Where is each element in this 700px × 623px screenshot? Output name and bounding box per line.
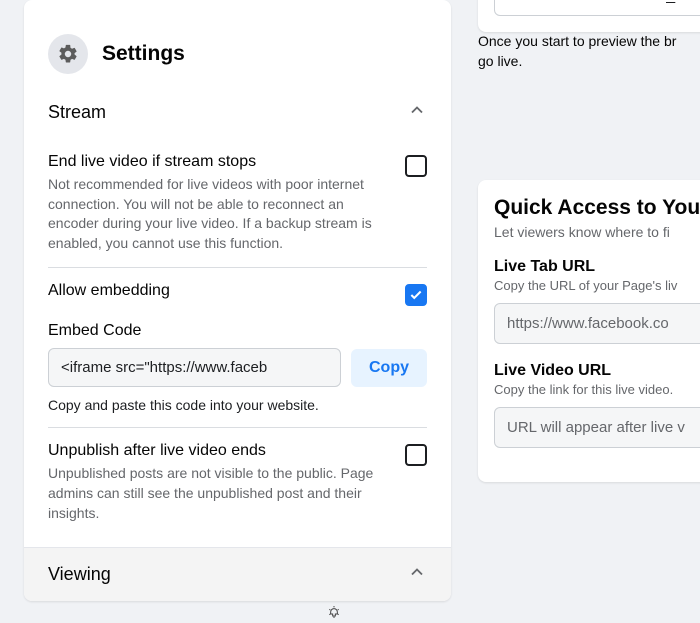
unpublish-checkbox[interactable] — [405, 444, 427, 466]
live-video-url-input[interactable] — [494, 407, 700, 448]
top-url-card — [478, 0, 700, 32]
preview-hint-text: Once you start to preview the br go live… — [478, 32, 676, 71]
section-header-stream[interactable]: Stream — [24, 86, 451, 139]
settings-title: Settings — [102, 42, 185, 66]
setting-allow-embedding: Allow embedding Embed Code Copy Copy and… — [48, 268, 427, 428]
allow-embedding-checkbox[interactable] — [405, 284, 427, 306]
settings-card: Settings Stream End live video if stream… — [24, 0, 451, 601]
end-live-checkbox[interactable] — [405, 155, 427, 177]
section-header-viewing[interactable]: Viewing — [24, 547, 451, 601]
live-video-url-label: Live Video URL — [494, 362, 700, 380]
chevron-up-icon — [407, 562, 427, 587]
live-tab-url-input[interactable] — [494, 303, 700, 344]
embed-code-hint: Copy and paste this code into your websi… — [48, 397, 427, 413]
cursor-icon — [326, 604, 342, 623]
live-video-url-desc: Copy the link for this live video. — [494, 382, 700, 397]
stream-id-input[interactable] — [494, 0, 700, 16]
setting-description: Not recommended for live videos with poo… — [48, 175, 393, 253]
live-tab-url-desc: Copy the URL of your Page's liv — [494, 278, 700, 293]
section-title: Stream — [48, 102, 106, 123]
setting-description: Unpublished posts are not visible to the… — [48, 464, 393, 523]
setting-end-live: End live video if stream stops Not recom… — [48, 139, 427, 268]
setting-label: Allow embedding — [48, 282, 170, 300]
quick-access-title: Quick Access to You — [494, 196, 700, 220]
setting-unpublish: Unpublish after live video ends Unpublis… — [48, 428, 427, 547]
setting-label: End live video if stream stops — [48, 153, 393, 171]
embed-code-label: Embed Code — [48, 322, 427, 340]
quick-access-card: Quick Access to You Let viewers know whe… — [478, 180, 700, 482]
setting-label: Unpublish after live video ends — [48, 442, 393, 460]
copy-button[interactable]: Copy — [351, 349, 427, 387]
settings-header: Settings — [24, 16, 451, 86]
live-tab-url-label: Live Tab URL — [494, 258, 700, 276]
quick-access-subtitle: Let viewers know where to fi — [494, 224, 700, 240]
chevron-up-icon — [407, 100, 427, 125]
section-title: Viewing — [48, 564, 111, 585]
gear-icon — [48, 34, 88, 74]
embed-code-input[interactable] — [48, 348, 341, 387]
